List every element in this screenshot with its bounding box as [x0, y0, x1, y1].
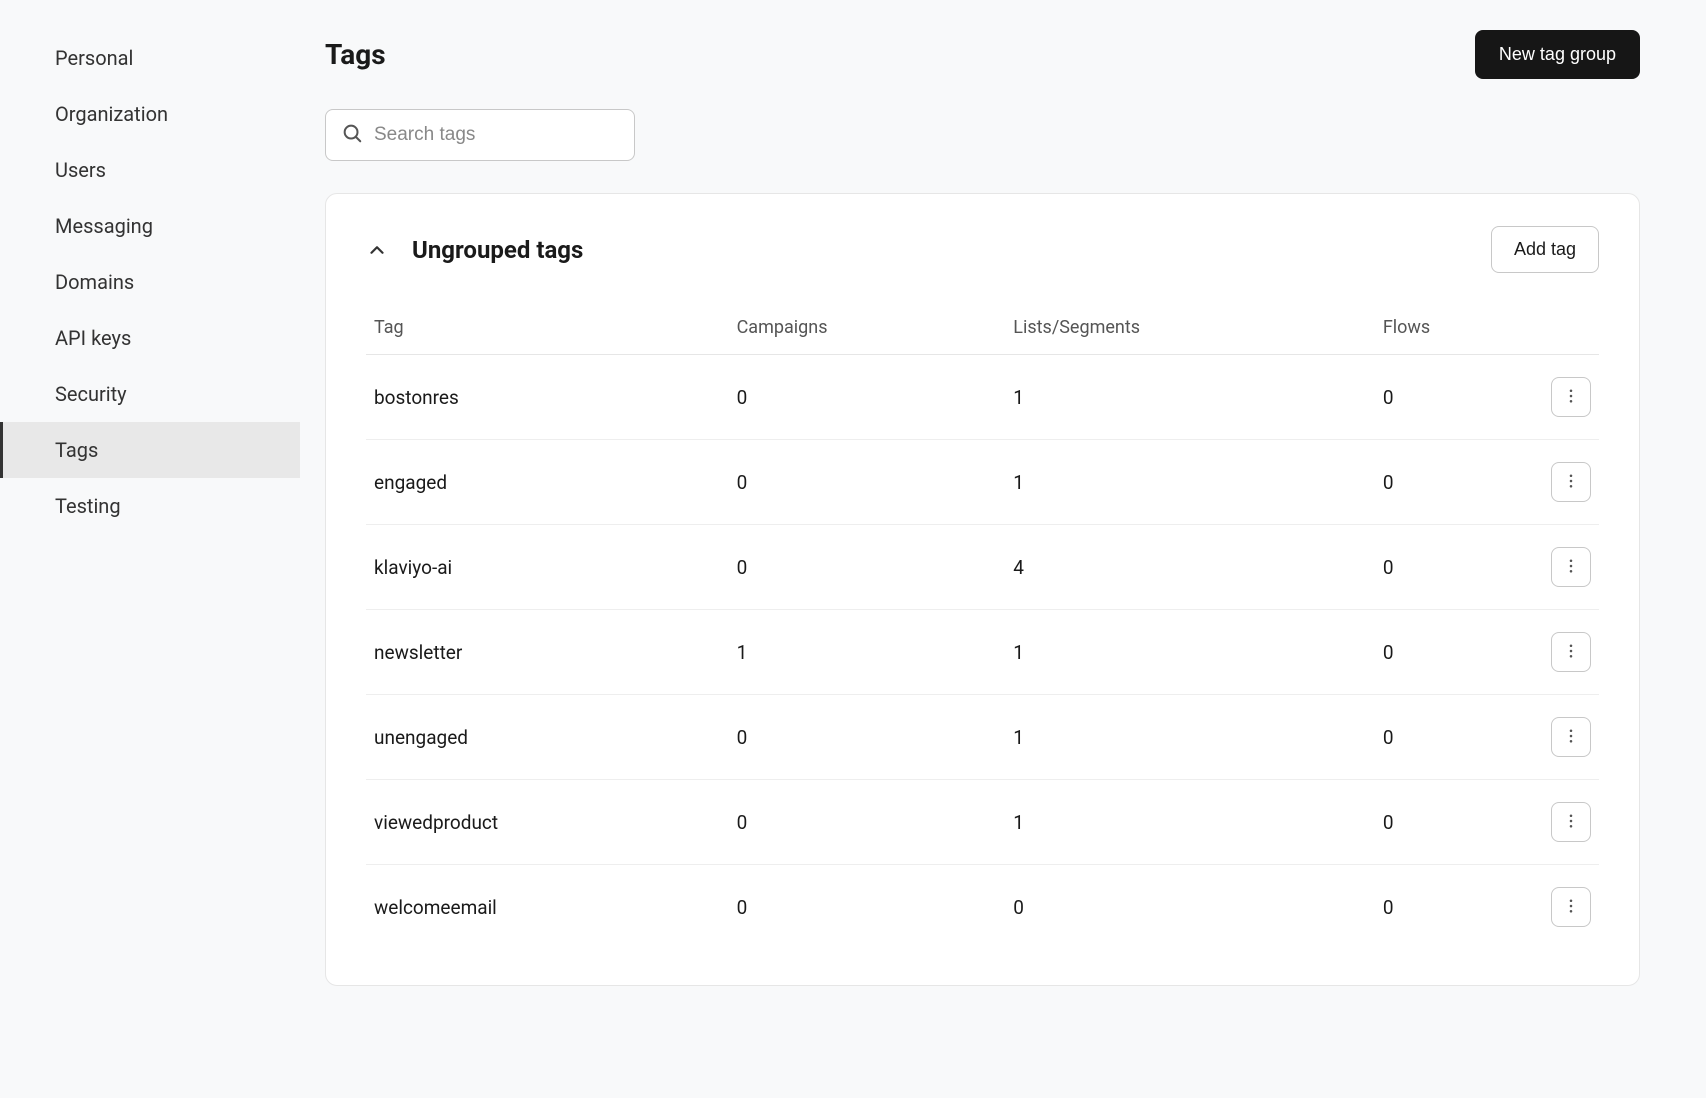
cell-actions — [1539, 440, 1599, 525]
row-actions-button[interactable] — [1551, 632, 1591, 672]
card-header: Ungrouped tags Add tag — [366, 226, 1599, 273]
cell-lists-segments: 1 — [1005, 610, 1375, 695]
col-header-tag: Tag — [366, 305, 729, 355]
cell-flows: 0 — [1375, 610, 1539, 695]
row-actions-button[interactable] — [1551, 887, 1591, 927]
row-actions-button[interactable] — [1551, 377, 1591, 417]
table-row: newsletter110 — [366, 610, 1599, 695]
sidebar-item-organization[interactable]: Organization — [0, 86, 300, 142]
cell-lists-segments: 1 — [1005, 355, 1375, 440]
cell-actions — [1539, 610, 1599, 695]
cell-actions — [1539, 525, 1599, 610]
sidebar-item-api-keys[interactable]: API keys — [0, 310, 300, 366]
col-header-lists-segments: Lists/Segments — [1005, 305, 1375, 355]
sidebar-item-domains[interactable]: Domains — [0, 254, 300, 310]
sidebar-item-users[interactable]: Users — [0, 142, 300, 198]
col-header-actions — [1539, 305, 1599, 355]
cell-flows: 0 — [1375, 525, 1539, 610]
col-header-flows: Flows — [1375, 305, 1539, 355]
kebab-icon — [1562, 812, 1580, 833]
cell-flows: 0 — [1375, 865, 1539, 950]
kebab-icon — [1562, 642, 1580, 663]
tags-table: Tag Campaigns Lists/Segments Flows bosto… — [366, 305, 1599, 949]
cell-tag: engaged — [366, 440, 729, 525]
kebab-icon — [1562, 387, 1580, 408]
page-title: Tags — [325, 38, 386, 71]
kebab-icon — [1562, 472, 1580, 493]
row-actions-button[interactable] — [1551, 547, 1591, 587]
cell-tag: newsletter — [366, 610, 729, 695]
kebab-icon — [1562, 727, 1580, 748]
page-header: Tags New tag group — [325, 30, 1640, 79]
cell-tag: bostonres — [366, 355, 729, 440]
chevron-up-icon[interactable] — [366, 239, 388, 261]
cell-actions — [1539, 780, 1599, 865]
table-row: welcomeemail000 — [366, 865, 1599, 950]
table-row: klaviyo-ai040 — [366, 525, 1599, 610]
cell-lists-segments: 4 — [1005, 525, 1375, 610]
table-row: engaged010 — [366, 440, 1599, 525]
group-title: Ungrouped tags — [412, 236, 583, 264]
cell-campaigns: 0 — [729, 865, 1006, 950]
cell-actions — [1539, 865, 1599, 950]
cell-campaigns: 0 — [729, 355, 1006, 440]
cell-campaigns: 0 — [729, 695, 1006, 780]
cell-flows: 0 — [1375, 440, 1539, 525]
kebab-icon — [1562, 557, 1580, 578]
cell-flows: 0 — [1375, 695, 1539, 780]
cell-lists-segments: 1 — [1005, 780, 1375, 865]
cell-campaigns: 0 — [729, 780, 1006, 865]
table-row: unengaged010 — [366, 695, 1599, 780]
search-icon — [341, 122, 363, 148]
sidebar-item-personal[interactable]: Personal — [0, 30, 300, 86]
cell-actions — [1539, 355, 1599, 440]
search-container — [325, 109, 635, 161]
main-content: Tags New tag group Ungrouped tags Add ta… — [300, 0, 1700, 1098]
cell-lists-segments: 1 — [1005, 695, 1375, 780]
row-actions-button[interactable] — [1551, 717, 1591, 757]
cell-campaigns: 0 — [729, 440, 1006, 525]
cell-tag: welcomeemail — [366, 865, 729, 950]
table-row: viewedproduct010 — [366, 780, 1599, 865]
col-header-campaigns: Campaigns — [729, 305, 1006, 355]
table-row: bostonres010 — [366, 355, 1599, 440]
tags-group-card: Ungrouped tags Add tag Tag Campaigns Lis… — [325, 193, 1640, 986]
cell-tag: unengaged — [366, 695, 729, 780]
cell-tag: viewedproduct — [366, 780, 729, 865]
cell-actions — [1539, 695, 1599, 780]
sidebar-item-messaging[interactable]: Messaging — [0, 198, 300, 254]
cell-lists-segments: 0 — [1005, 865, 1375, 950]
sidebar: Personal Organization Users Messaging Do… — [0, 0, 300, 1098]
new-tag-group-button[interactable]: New tag group — [1475, 30, 1640, 79]
sidebar-item-tags[interactable]: Tags — [0, 422, 300, 478]
add-tag-button[interactable]: Add tag — [1491, 226, 1599, 273]
cell-lists-segments: 1 — [1005, 440, 1375, 525]
row-actions-button[interactable] — [1551, 462, 1591, 502]
kebab-icon — [1562, 897, 1580, 918]
cell-campaigns: 0 — [729, 525, 1006, 610]
sidebar-item-security[interactable]: Security — [0, 366, 300, 422]
cell-flows: 0 — [1375, 780, 1539, 865]
search-input[interactable] — [325, 109, 635, 161]
cell-flows: 0 — [1375, 355, 1539, 440]
row-actions-button[interactable] — [1551, 802, 1591, 842]
sidebar-item-testing[interactable]: Testing — [0, 478, 300, 534]
cell-campaigns: 1 — [729, 610, 1006, 695]
cell-tag: klaviyo-ai — [366, 525, 729, 610]
